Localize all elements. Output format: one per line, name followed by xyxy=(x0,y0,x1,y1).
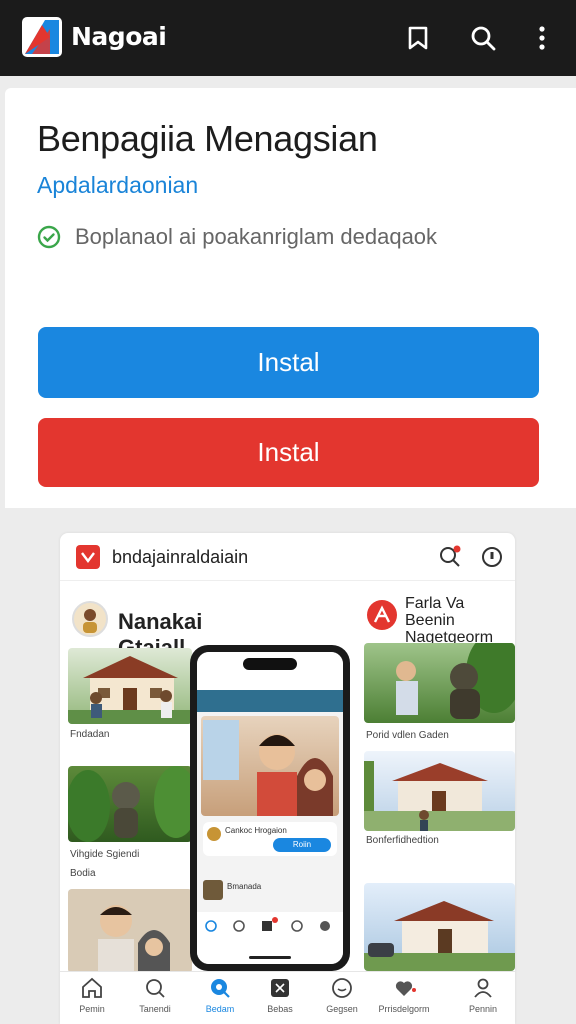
search-icon xyxy=(146,979,165,998)
nav-item-grid: Bebas xyxy=(250,976,310,1024)
caption-right-2: Bonferfidhedtion xyxy=(366,835,439,846)
preview-search-icon xyxy=(440,545,461,567)
developer-link[interactable]: Apdalardaonian xyxy=(37,172,198,199)
app-top-bar: Nagoai xyxy=(0,0,576,76)
preview-logo-icon xyxy=(76,545,100,569)
app-logo-icon xyxy=(22,17,62,57)
phone-mockup: Cankoc Hrogaion Roiin Bmanada xyxy=(190,645,350,971)
smile-icon xyxy=(332,978,352,998)
caption-right-1: Porid vdlen Gaden xyxy=(366,730,449,741)
install-button-secondary[interactable]: Instal xyxy=(38,418,539,487)
building-photo xyxy=(364,751,515,831)
preview-feed-left: Nanakai Gtajall Fndadan Vihgide Sg xyxy=(60,591,202,973)
more-vert-icon[interactable] xyxy=(526,22,558,54)
caption-left-2: Vihgide Sgiendi xyxy=(70,849,140,860)
mosque-photo xyxy=(364,883,515,971)
app-name: Nagoai xyxy=(71,22,167,51)
statue-photo xyxy=(68,766,192,842)
preview-header-title: bndajainraldaiain xyxy=(112,547,249,567)
phone-chip-text: Cankoc Hrogaion xyxy=(225,826,287,835)
app-detail-card: Benpagiia Menagsian Apdalardaonian Bopla… xyxy=(5,88,576,508)
caption-left-1: Fndadan xyxy=(70,729,110,740)
children-photo xyxy=(68,889,192,973)
right-title-line1: Farla Va Beenin xyxy=(405,595,465,629)
profile-icon xyxy=(474,978,492,998)
nav-label: Bebas xyxy=(267,1004,293,1014)
right-logo-icon xyxy=(367,600,397,630)
phone-screen: Cankoc Hrogaion Roiin Bmanada xyxy=(197,652,343,964)
phone-hero-photo xyxy=(201,716,339,816)
nav-label: Prrisdelgorm xyxy=(378,1004,430,1014)
grid-icon xyxy=(271,979,289,997)
nav-item-discover: Bedam xyxy=(190,976,250,1024)
check-circle-icon xyxy=(37,225,61,249)
phone-list-thumb xyxy=(203,880,223,900)
app-preview-screenshot[interactable]: bndajainraldaiain Nanakai Gtajall xyxy=(60,533,515,1024)
heart-icon xyxy=(395,981,416,996)
preview-header: bndajainraldaiain xyxy=(60,533,515,581)
house-photo xyxy=(68,648,192,724)
right-feature-title: Farla Va Beenin Nagetgeorm xyxy=(405,595,515,646)
preview-notification-icon xyxy=(482,547,502,567)
app-title: Benpagiia Menagsian xyxy=(37,118,378,159)
preview-bottom-nav: Pemin Tanendi Bedam Bebas Gegsen Prrisde… xyxy=(60,971,515,1024)
nav-item-search: Tanendi xyxy=(125,976,185,1024)
phone-bottom-nav xyxy=(197,912,343,964)
phone-chip-button: Roiin xyxy=(273,838,331,852)
avatar xyxy=(72,601,108,637)
nav-item-home: Pemin xyxy=(62,976,122,1024)
discover-icon xyxy=(211,979,230,998)
phone-list-text: Bmanada xyxy=(227,882,262,891)
home-icon xyxy=(82,977,102,998)
family-statue-photo xyxy=(364,643,515,723)
nav-item-smile: Gegsen xyxy=(312,976,372,1024)
nav-item-heart: Prrisdelgorm xyxy=(374,976,434,1024)
phone-status-bar xyxy=(197,652,343,690)
phone-chip-card: Cankoc Hrogaion Roiin xyxy=(203,822,337,856)
nav-label: Gegsen xyxy=(326,1004,358,1014)
nav-label: Bedam xyxy=(205,1004,235,1014)
preview-feed-right: Farla Va Beenin Nagetgeorm Porid vdlen G… xyxy=(356,583,515,973)
bookmark-icon[interactable] xyxy=(402,22,434,54)
nav-label: Pemin xyxy=(79,1004,105,1014)
phone-app-header xyxy=(197,690,343,712)
status-text: Boplanaol ai poakanriglam dedaqaok xyxy=(75,224,438,249)
nav-item-profile: Pennin xyxy=(453,976,513,1024)
status-row: Boplanaol ai poakanriglam dedaqaok xyxy=(37,224,437,250)
install-button-primary[interactable]: Instal xyxy=(38,327,539,398)
nav-label: Tanendi xyxy=(139,1004,171,1014)
search-icon[interactable] xyxy=(467,22,499,54)
caption-left-3: Bodia xyxy=(70,868,96,879)
nav-label: Pennin xyxy=(468,1004,498,1014)
